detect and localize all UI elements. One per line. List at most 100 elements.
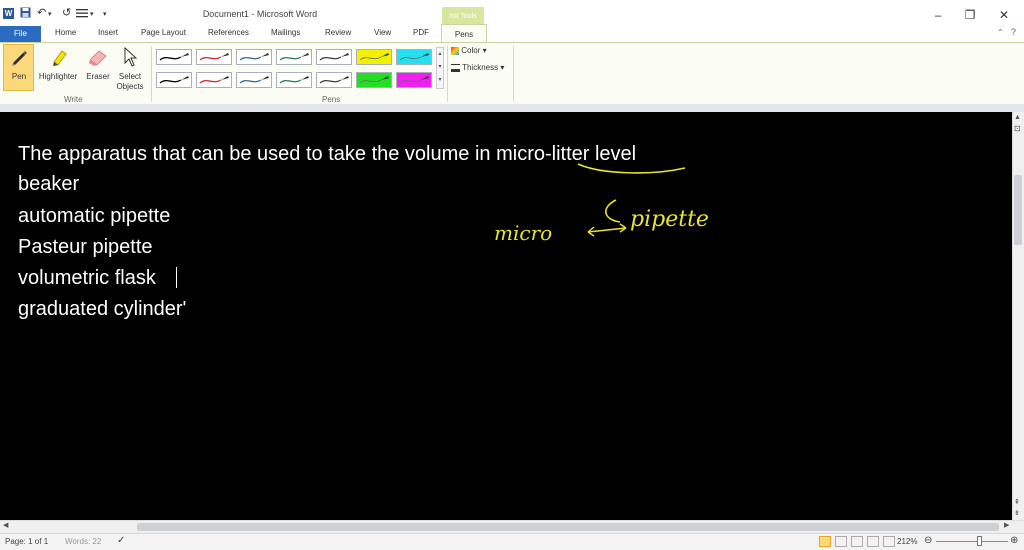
pen-stroke-icon (319, 53, 349, 61)
ink-arrow-curve (605, 199, 621, 223)
pen-swatch[interactable] (236, 72, 272, 88)
ribbon-panel (0, 42, 1024, 106)
pen-stroke-icon (399, 76, 429, 84)
proofing-icon[interactable]: ✓ (117, 535, 125, 546)
doc-line-option[interactable]: Pasteur pipette (18, 235, 153, 259)
eraser-icon[interactable] (87, 47, 109, 69)
doc-line-option[interactable]: automatic pipette (18, 204, 170, 228)
pen-swatch[interactable] (236, 49, 272, 65)
ribbon-divider (447, 46, 448, 102)
ruler-toggle-icon[interactable]: ⊡ (1014, 124, 1021, 133)
draft-view-icon[interactable] (883, 536, 895, 547)
pen-swatch[interactable] (276, 72, 312, 88)
word-count[interactable]: Words: 22 (65, 537, 101, 546)
color-icon (451, 46, 459, 55)
restore-button[interactable]: ❐ (960, 8, 980, 22)
tab-pdf[interactable]: PDF (413, 28, 429, 37)
pen-swatch[interactable] (316, 72, 352, 88)
help-icon[interactable]: ? (1011, 27, 1016, 37)
zoom-in-icon[interactable]: ⊕ (1010, 535, 1018, 546)
pen-stroke-icon (319, 76, 349, 84)
full-screen-view-icon[interactable] (835, 536, 847, 547)
vertical-scroll-thumb[interactable] (1014, 175, 1022, 245)
tab-view[interactable]: View (374, 28, 391, 37)
close-button[interactable]: ✕ (994, 8, 1014, 22)
pen-stroke-icon (239, 76, 269, 84)
pen-swatch[interactable] (196, 49, 232, 65)
pen-stroke-icon (199, 76, 229, 84)
tab-pens[interactable]: Pens (441, 24, 487, 44)
pen-swatch[interactable] (156, 72, 192, 88)
chevron-down-icon: ▾ (500, 63, 505, 72)
tab-insert[interactable]: Insert (98, 28, 118, 37)
pen-swatch[interactable] (156, 49, 192, 65)
pen-stroke-icon (239, 53, 269, 61)
select-objects-label-2[interactable]: Objects (113, 82, 147, 91)
tab-file[interactable]: File (0, 26, 41, 42)
doc-line-option[interactable]: volumetric flask (18, 266, 156, 290)
ink-underline (577, 163, 686, 174)
pen-stroke-icon (359, 76, 389, 84)
eraser-label[interactable]: Eraser (83, 72, 113, 81)
vertical-scrollbar[interactable] (1012, 112, 1024, 520)
doc-line-option[interactable]: graduated cylinder' (18, 297, 186, 321)
tab-page-layout[interactable]: Page Layout (141, 28, 186, 37)
pens-group-label: Pens (322, 95, 341, 104)
scroll-right-icon[interactable]: ▶ (1004, 521, 1009, 529)
page-count[interactable]: Page: 1 of 1 (5, 537, 48, 546)
tab-review[interactable]: Review (325, 28, 351, 37)
zoom-slider[interactable] (936, 541, 1008, 542)
pen-stroke-icon (199, 53, 229, 61)
pen-label: Pen (11, 72, 27, 81)
pen-swatch[interactable] (316, 49, 352, 65)
ribbon-divider (513, 46, 514, 102)
prev-page-icon[interactable]: ⇞ (1014, 498, 1020, 506)
tab-references[interactable]: References (208, 28, 249, 37)
pen-swatch[interactable] (356, 49, 392, 65)
pen-stroke-icon (279, 53, 309, 61)
zoom-out-icon[interactable]: ⊖ (924, 535, 932, 546)
scroll-left-icon[interactable]: ◀ (3, 521, 8, 529)
scroll-up-icon[interactable]: ▲ (1014, 114, 1021, 121)
thickness-label: Thickness (462, 63, 499, 72)
pen-swatch[interactable] (356, 72, 392, 88)
pen-swatch[interactable] (196, 72, 232, 88)
select-objects-icon[interactable] (122, 46, 138, 70)
pen-swatch[interactable] (396, 72, 432, 88)
thickness-icon (451, 63, 460, 72)
web-layout-view-icon[interactable] (851, 536, 863, 547)
gallery-scroll[interactable]: ▴ ▾ ▾ (436, 47, 444, 89)
doc-line-option[interactable]: beaker (18, 172, 79, 196)
pen-swatch[interactable] (396, 49, 432, 65)
pen-icon (9, 47, 29, 69)
highlighter-icon[interactable] (49, 47, 69, 69)
pen-swatch[interactable] (276, 49, 312, 65)
horizontal-scroll-thumb[interactable] (137, 523, 999, 531)
pen-stroke-icon (399, 53, 429, 61)
minimize-button[interactable]: – (928, 8, 948, 22)
ink-word-micro: micro (494, 221, 552, 245)
help-collapse-icon[interactable]: ⌃ (997, 28, 1004, 37)
color-label: Color (461, 46, 481, 55)
text-cursor (176, 267, 177, 288)
tab-mailings[interactable]: Mailings (271, 28, 300, 37)
pen-stroke-icon (159, 76, 189, 84)
pen-stroke-icon (359, 53, 389, 61)
outline-view-icon[interactable] (867, 536, 879, 547)
zoom-level[interactable]: 212% (897, 537, 917, 546)
ink-word-pipette: pipette (630, 207, 709, 232)
highlighter-label[interactable]: Highlighter (35, 72, 81, 81)
thickness-button[interactable]: Thickness ▾ (451, 63, 504, 72)
ink-annotation: micro pipette (494, 163, 709, 245)
ribbon-divider (151, 46, 152, 102)
chevron-down-icon: ▾ (482, 46, 487, 55)
zoom-slider-thumb[interactable] (977, 536, 982, 546)
pens-gallery (156, 47, 436, 90)
pen-stroke-icon (159, 53, 189, 61)
tab-home[interactable]: Home (55, 28, 76, 37)
color-button[interactable]: Color ▾ (451, 46, 487, 55)
print-layout-view-icon[interactable] (819, 536, 831, 547)
next-page-icon[interactable]: ⇟ (1014, 509, 1020, 517)
ribbon-bottom-strip (0, 104, 1024, 112)
select-objects-label-1[interactable]: Select (113, 72, 147, 81)
